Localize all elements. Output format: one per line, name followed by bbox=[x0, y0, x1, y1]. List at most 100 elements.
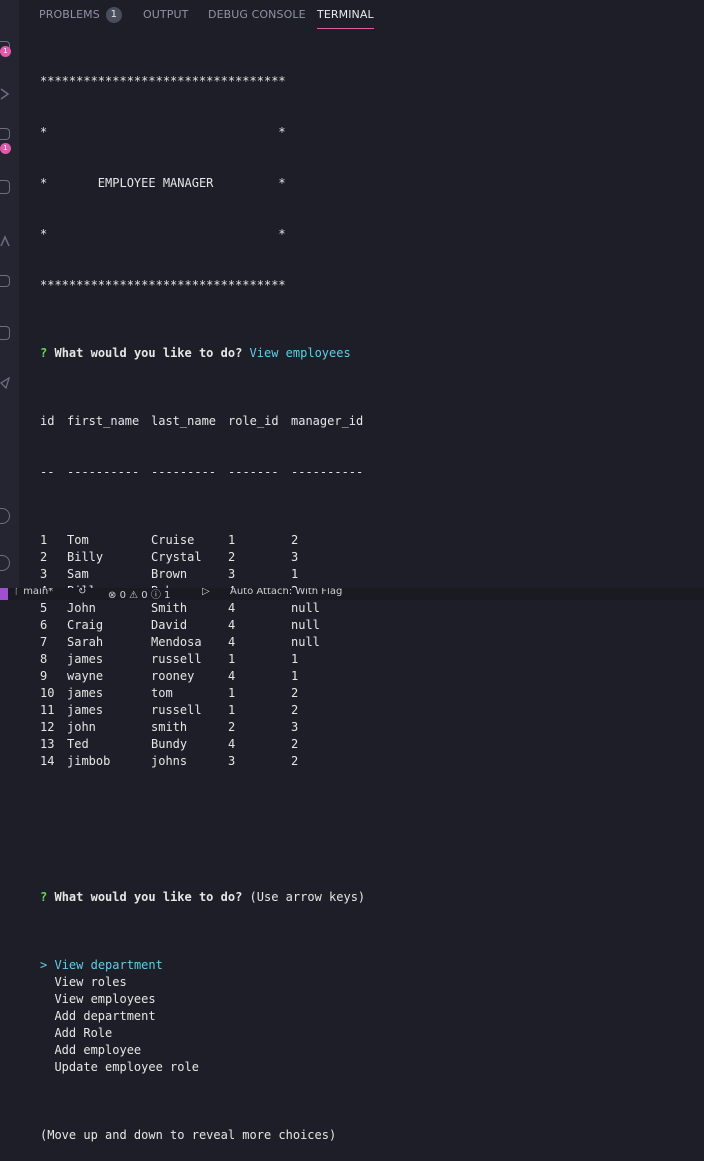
table-cell: smith bbox=[151, 720, 188, 734]
table-cell: 2 bbox=[228, 720, 236, 734]
table-cell: 3 bbox=[291, 720, 299, 734]
table-cell: Crystal bbox=[151, 550, 202, 564]
table-cell: Ted bbox=[67, 737, 89, 751]
choice-item[interactable]: Update employee role bbox=[40, 1059, 704, 1076]
branch-icon: ᚴ bbox=[14, 588, 20, 597]
selection-cursor: > bbox=[40, 958, 48, 972]
info-count: 1 bbox=[164, 590, 171, 600]
sync-icon[interactable]: ↻ bbox=[78, 588, 86, 597]
table-cell: 2 bbox=[228, 550, 236, 564]
tab-terminal[interactable]: TERMINAL bbox=[317, 6, 374, 29]
table-cell: 7 bbox=[40, 635, 48, 649]
table-cell: 3 bbox=[291, 550, 299, 564]
table-row: 6 Craig David 4 null bbox=[40, 617, 704, 634]
column-header: id bbox=[40, 414, 55, 428]
choice-list: > View department View roles View employ… bbox=[40, 957, 704, 1076]
table-row: 10 james tom 1 2 bbox=[40, 685, 704, 702]
problems-count-badge: 1 bbox=[105, 7, 122, 23]
separator: ---------- bbox=[291, 465, 364, 479]
tab-problems-label: PROBLEMS bbox=[39, 8, 100, 21]
separator: ------- bbox=[228, 465, 279, 479]
table-cell: 3 bbox=[228, 754, 236, 768]
debug-icon[interactable]: ▷ bbox=[202, 588, 210, 597]
problems-indicator[interactable]: ⊗ 0 ⚠ 0 ⓘ 1 bbox=[108, 588, 170, 600]
terminal-output[interactable]: ********************************** * * *… bbox=[40, 39, 704, 1161]
source-control-icon[interactable] bbox=[0, 128, 10, 140]
branch-name: main* bbox=[23, 588, 54, 597]
table-cell: 6 bbox=[40, 618, 48, 632]
table-cell: Cruise bbox=[151, 533, 195, 547]
table-cell: 4 bbox=[228, 618, 236, 632]
choice-label: Add employee bbox=[54, 1043, 142, 1057]
docker-icon[interactable] bbox=[0, 326, 10, 340]
tab-output[interactable]: OUTPUT bbox=[143, 6, 188, 24]
separator: ---------- bbox=[67, 465, 140, 479]
table-row: 1 Tom Cruise 1 2 bbox=[40, 532, 704, 549]
table-cell: 10 bbox=[40, 686, 55, 700]
warning-icon: ⚠ bbox=[129, 590, 139, 600]
table-row: 12 john smith 2 3 bbox=[40, 719, 704, 736]
run-debug-icon[interactable] bbox=[0, 85, 10, 100]
banner-line: * * bbox=[40, 125, 286, 139]
table-body: 1TomCruise122BillyCrystal233SamBrown314B… bbox=[40, 532, 704, 770]
table-cell: 14 bbox=[40, 754, 55, 768]
table-cell: 13 bbox=[40, 737, 55, 751]
table-cell: 4 bbox=[228, 635, 236, 649]
table-cell: John bbox=[67, 601, 96, 615]
table-row: 2 Billy Crystal 2 3 bbox=[40, 549, 704, 566]
auto-attach-status[interactable]: Auto Attach: With Flag bbox=[230, 588, 342, 597]
table-cell: 1 bbox=[228, 703, 236, 717]
choice-item[interactable]: View employees bbox=[40, 991, 704, 1008]
table-cell: russell bbox=[151, 703, 202, 717]
remote-icon[interactable] bbox=[0, 232, 10, 247]
tools-icon[interactable] bbox=[0, 374, 11, 390]
table-cell: tom bbox=[151, 686, 173, 700]
prompt-line-answered: ? What would you like to do? View employ… bbox=[40, 345, 704, 362]
error-count: 0 bbox=[119, 590, 126, 600]
error-icon: ⊗ bbox=[108, 590, 117, 600]
table-row: 5 John Smith 4 null bbox=[40, 600, 704, 617]
choice-item[interactable]: Add Role bbox=[40, 1025, 704, 1042]
table-row: 13 Ted Bundy 4 2 bbox=[40, 736, 704, 753]
table-cell: null bbox=[291, 635, 320, 649]
table-cell: johns bbox=[151, 754, 188, 768]
table-cell: james bbox=[67, 652, 104, 666]
settings-gear-icon[interactable] bbox=[0, 555, 10, 571]
choice-label: Update employee role bbox=[54, 1060, 199, 1074]
question-mark: ? bbox=[40, 346, 48, 360]
choice-item[interactable]: Add department bbox=[40, 1008, 704, 1025]
accounts-icon[interactable] bbox=[0, 508, 10, 524]
table-cell: Brown bbox=[151, 567, 188, 581]
table-cell: 11 bbox=[40, 703, 55, 717]
testing-icon[interactable] bbox=[0, 275, 10, 287]
column-header: role_id bbox=[228, 414, 279, 428]
table-cell: 2 bbox=[291, 754, 299, 768]
banner-title: * EMPLOYEE MANAGER * bbox=[40, 176, 286, 190]
prompt-hint: (Use arrow keys) bbox=[249, 890, 366, 904]
table-cell: 1 bbox=[228, 686, 236, 700]
table-cell: russell bbox=[151, 652, 202, 666]
table-cell: 1 bbox=[228, 652, 236, 666]
choice-item[interactable]: > View department bbox=[40, 957, 704, 974]
column-header: first_name bbox=[67, 414, 140, 428]
choice-item[interactable]: View roles bbox=[40, 974, 704, 991]
table-row: 7 Sarah Mendosa 4 null bbox=[40, 634, 704, 651]
choice-label: Add Role bbox=[54, 1026, 113, 1040]
table-cell: 3 bbox=[40, 567, 48, 581]
table-cell: jimbob bbox=[67, 754, 111, 768]
table-cell: 4 bbox=[228, 669, 236, 683]
table-cell: Billy bbox=[67, 550, 104, 564]
table-cell: Tom bbox=[67, 533, 89, 547]
separator: -- bbox=[40, 465, 55, 479]
table-row: 8 james russell 1 1 bbox=[40, 651, 704, 668]
table-cell: james bbox=[67, 686, 104, 700]
table-cell: 3 bbox=[228, 567, 236, 581]
remote-indicator[interactable] bbox=[0, 588, 8, 600]
extensions-icon[interactable] bbox=[0, 180, 10, 194]
table-cell: 2 bbox=[291, 533, 299, 547]
table-cell: 9 bbox=[40, 669, 48, 683]
branch-indicator[interactable]: ᚴ main* bbox=[14, 588, 53, 597]
tab-problems[interactable]: PROBLEMS 1 bbox=[39, 6, 122, 24]
tab-debug-console[interactable]: DEBUG CONSOLE bbox=[208, 6, 306, 24]
choice-item[interactable]: Add employee bbox=[40, 1042, 704, 1059]
